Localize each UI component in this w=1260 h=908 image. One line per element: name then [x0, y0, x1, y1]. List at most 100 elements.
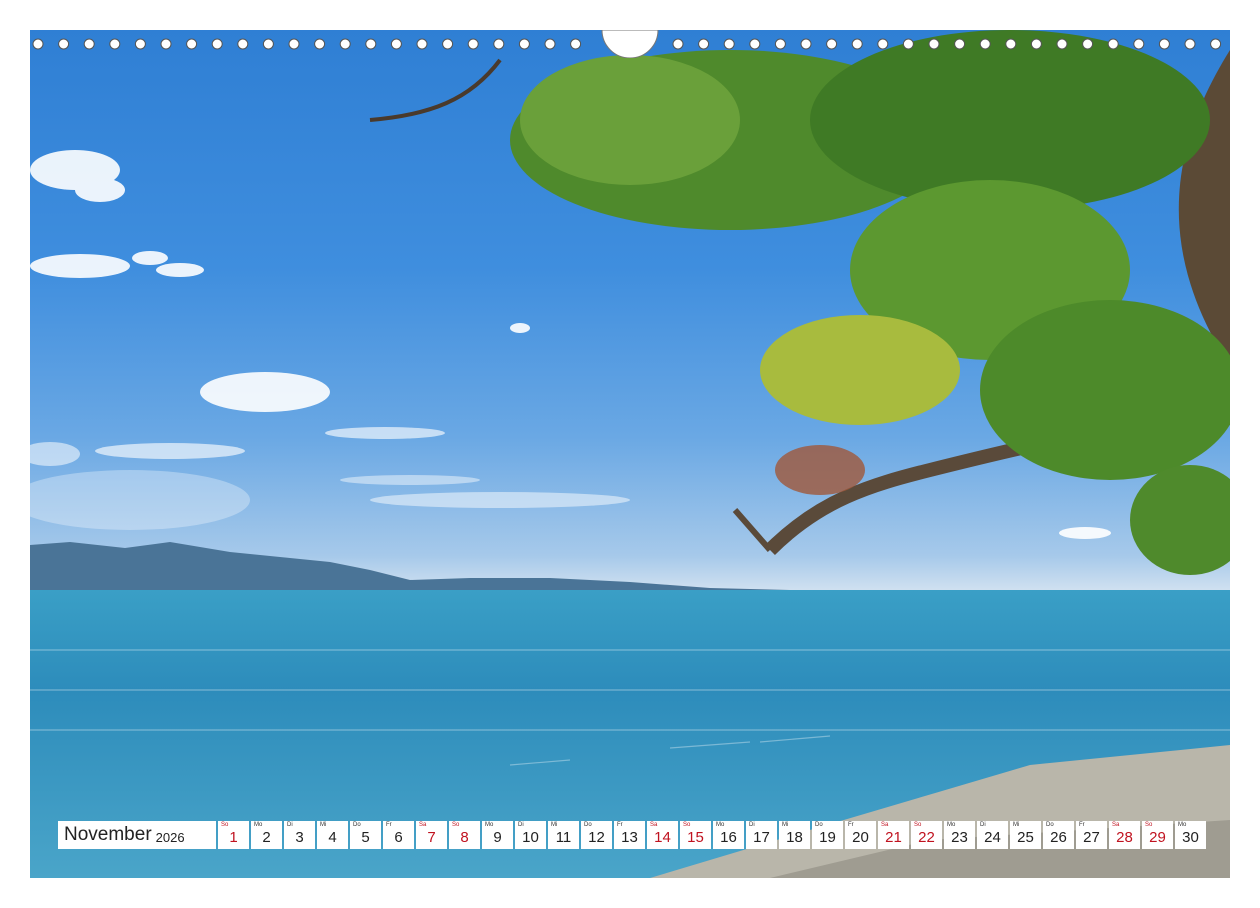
day-cell: Sa 21: [878, 821, 909, 849]
day-number: 16: [720, 829, 737, 846]
day-number: 13: [621, 829, 638, 846]
day-number: 26: [1050, 829, 1067, 846]
weekday-label: Fr: [617, 822, 623, 828]
day-number: 27: [1083, 829, 1100, 846]
day-number: 23: [951, 829, 968, 846]
day-number: 28: [1116, 829, 1133, 846]
day-cell: Mi 4: [317, 821, 348, 849]
calendar-strip: November 2026 So 1 Mo 2 Di 3 Mi 4 Do 5 Fr 6 Sa 7 So 8 Mo…: [58, 821, 1206, 849]
weekday-label: So: [221, 822, 229, 828]
binding-hole: [1158, 38, 1170, 50]
hanger-cutout: [601, 30, 659, 58]
weekday-label: Mo: [1178, 822, 1187, 828]
day-number: 12: [588, 829, 605, 846]
weekday-label: Sa: [419, 822, 427, 828]
day-number: 2: [262, 829, 271, 846]
day-number: 30: [1182, 829, 1199, 846]
day-cell: Sa 28: [1109, 821, 1140, 849]
weekday-label: Di: [749, 822, 755, 828]
day-number: 22: [918, 829, 935, 846]
day-cell: Mi 25: [1010, 821, 1041, 849]
day-cell: Di 10: [515, 821, 546, 849]
day-number: 1: [229, 829, 238, 846]
binding-hole: [749, 38, 761, 50]
binding-hole: [774, 38, 786, 50]
binding-hole: [902, 38, 914, 50]
day-cell: Mo 9: [482, 821, 513, 849]
weekday-label: Fr: [386, 822, 392, 828]
binding-hole: [1107, 38, 1119, 50]
binding-hole: [851, 38, 863, 50]
day-cell: Do 19: [812, 821, 843, 849]
day-number: 7: [427, 829, 436, 846]
weekday-label: Mi: [1013, 822, 1020, 828]
weekday-label: Mi: [551, 822, 558, 828]
landscape-illustration: [30, 30, 1230, 878]
weekday-label: Mi: [320, 822, 327, 828]
weekday-label: Mo: [485, 822, 494, 828]
day-cell: Mi 18: [779, 821, 810, 849]
day-cell: Do 12: [581, 821, 612, 849]
binding-hole: [32, 38, 44, 50]
weekday-label: So: [683, 822, 691, 828]
binding-hole: [570, 38, 582, 50]
binding-hole: [954, 38, 966, 50]
day-number: 19: [819, 829, 836, 846]
weekday-label: Mi: [782, 822, 789, 828]
day-number: 14: [654, 829, 671, 846]
weekday-label: Mo: [716, 822, 725, 828]
day-cell: Di 24: [977, 821, 1008, 849]
binding-hole: [237, 38, 249, 50]
binding-hole: [1133, 38, 1145, 50]
day-number: 9: [493, 829, 502, 846]
day-number: 20: [852, 829, 869, 846]
day-cell: Do 5: [350, 821, 381, 849]
day-cell: Mi 11: [548, 821, 579, 849]
weekday-label: Mo: [947, 822, 956, 828]
day-cell: Fr 20: [845, 821, 876, 849]
binding-hole: [442, 38, 454, 50]
weekday-label: Do: [1046, 822, 1054, 828]
weekday-label: Di: [518, 822, 524, 828]
day-number: 4: [328, 829, 337, 846]
binding-hole: [365, 38, 377, 50]
spiral-binding-holes: [32, 30, 1222, 58]
weekday-label: Di: [980, 822, 986, 828]
binding-hole: [83, 38, 95, 50]
day-number: 3: [295, 829, 304, 846]
weekday-label: Fr: [848, 822, 854, 828]
binding-hole: [160, 38, 172, 50]
binding-hole: [518, 38, 530, 50]
binding-hole: [1030, 38, 1042, 50]
binding-hole: [288, 38, 300, 50]
weekday-label: Do: [584, 822, 592, 828]
binding-hole: [58, 38, 70, 50]
day-cell: Mo 30: [1175, 821, 1206, 849]
weekday-label: So: [452, 822, 460, 828]
day-cell: Sa 7: [416, 821, 447, 849]
day-cell: So 8: [449, 821, 480, 849]
weekday-label: Do: [815, 822, 823, 828]
day-number: 21: [885, 829, 902, 846]
binding-hole: [800, 38, 812, 50]
day-number: 29: [1149, 829, 1166, 846]
binding-hole: [698, 38, 710, 50]
binding-hole: [1005, 38, 1017, 50]
day-cell: Mo 2: [251, 821, 282, 849]
lake-photo: [30, 30, 1230, 878]
binding-hole: [109, 38, 121, 50]
day-cell: So 15: [680, 821, 711, 849]
binding-hole: [826, 38, 838, 50]
binding-hole: [877, 38, 889, 50]
mountains: [30, 542, 1230, 594]
day-cell: Di 3: [284, 821, 315, 849]
binding-hole: [211, 38, 223, 50]
day-cell: So 29: [1142, 821, 1173, 849]
binding-hole: [1210, 38, 1222, 50]
day-number: 6: [394, 829, 403, 846]
weekday-label: Sa: [650, 822, 658, 828]
binding-hole: [416, 38, 428, 50]
day-number: 5: [361, 829, 370, 846]
day-cell: Di 17: [746, 821, 777, 849]
binding-hole: [134, 38, 146, 50]
